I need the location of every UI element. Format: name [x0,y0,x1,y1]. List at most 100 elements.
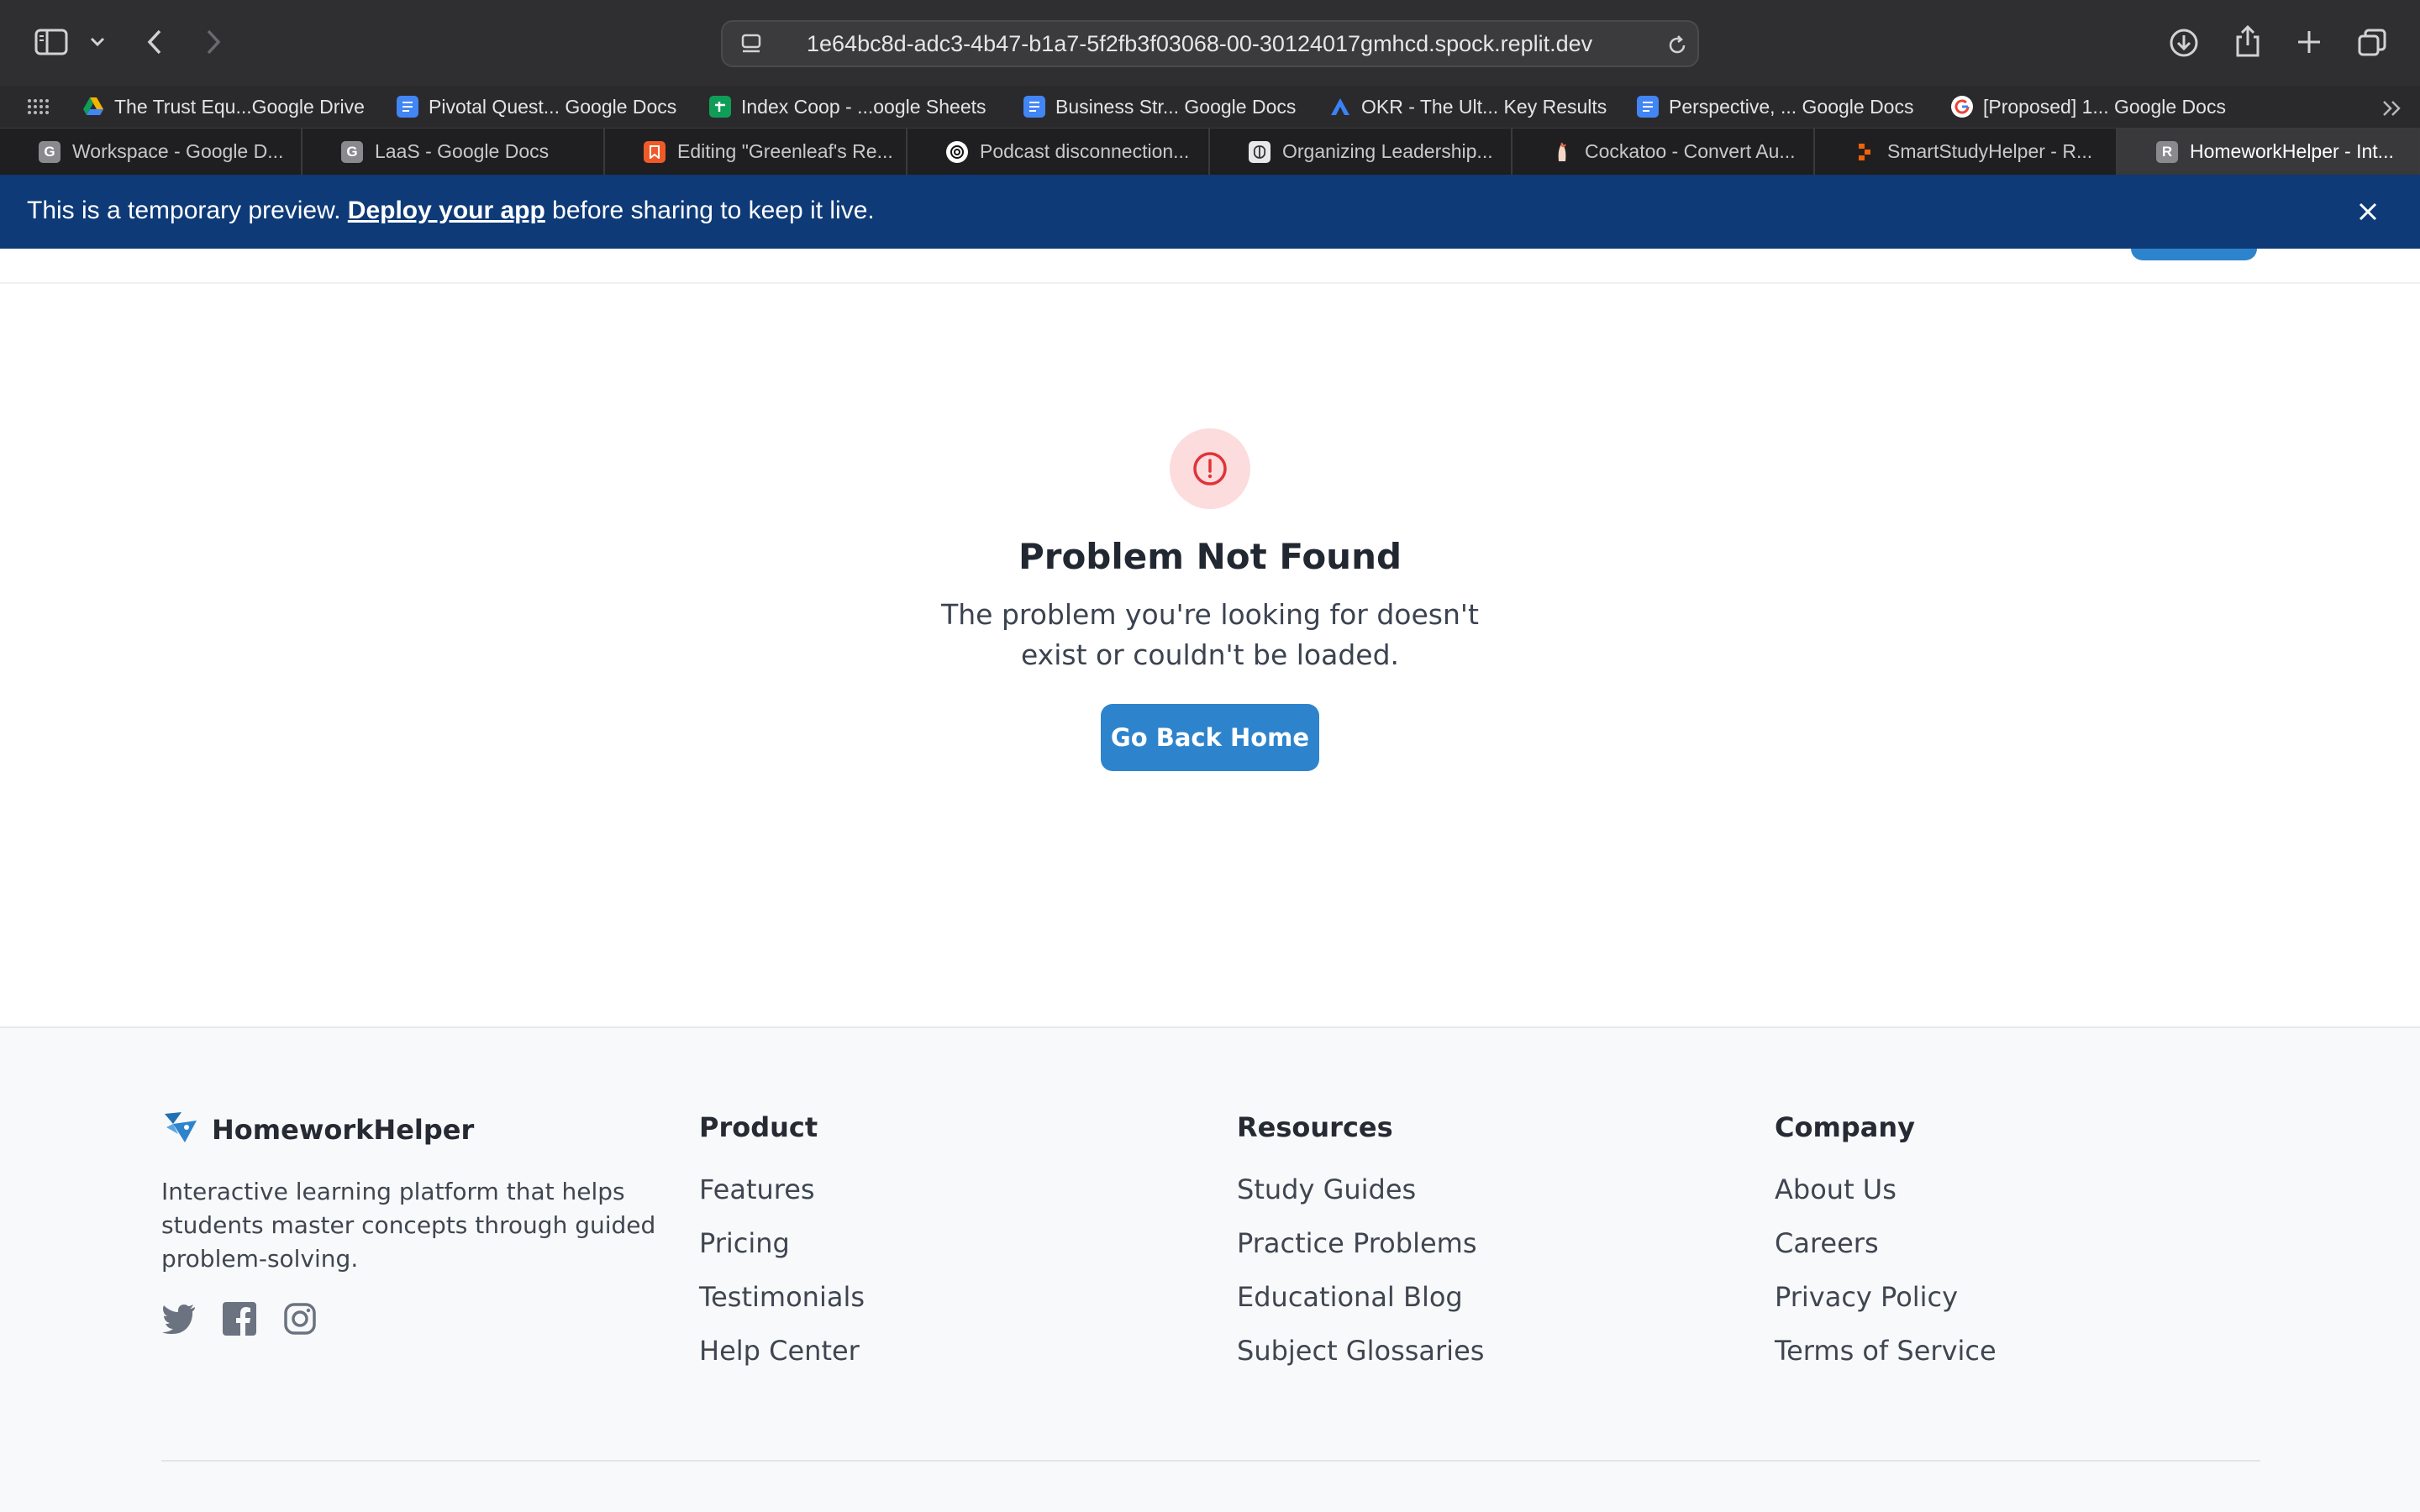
bookmark-page-icon [644,140,666,163]
tab-overview-icon[interactable] [2354,25,2390,60]
google-g-icon [1951,96,1973,118]
twitter-icon[interactable] [161,1301,197,1336]
bookmark-pivotal-quest[interactable]: Pivotal Quest... Google Docs [397,86,676,128]
tab-cockatoo[interactable]: Cockatoo - Convert Au... [1512,129,1815,175]
r-letter-icon: R [2156,140,2178,163]
cockatoo-icon [1551,141,1573,163]
not-found-message: The problem you're looking for doesn't e… [941,598,1479,671]
social-links [161,1301,657,1336]
bookmark-label: Business Str... Google Docs [1055,95,1297,118]
tab-homeworkhelper[interactable]: R HomeworkHelper - Int... [2118,129,2420,175]
replit-icon [1854,141,1876,163]
bookmark-label: The Trust Equ...Google Drive [114,95,365,118]
brain-icon [1249,140,1270,163]
banner-text-after: before sharing to keep it live. [544,197,875,224]
footer-link-about-us[interactable]: About Us [1775,1163,1996,1216]
bookmark-okr[interactable]: OKR - The Ult... Key Results [1329,86,1607,128]
bookmark-label: OKR - The Ult... Key Results [1361,95,1607,118]
bookmark-index-coop[interactable]: Index Coop - ...oogle Sheets [709,86,986,128]
openai-icon [946,140,968,163]
footer-link-help-center[interactable]: Help Center [699,1324,865,1378]
back-icon[interactable] [141,25,168,59]
tab-label: LaaS - Google Docs [375,140,550,162]
facebook-icon[interactable] [222,1301,257,1336]
footer-link-features[interactable]: Features [699,1163,865,1216]
footer-link-study-guides[interactable]: Study Guides [1237,1163,1484,1216]
footer-divider [161,1460,2260,1462]
footer-heading-product: Product [699,1111,818,1143]
sidebar-toggle-icon[interactable] [32,25,71,59]
apps-grid-icon[interactable] [25,94,50,119]
page-settings-icon[interactable] [738,30,766,59]
downloads-icon[interactable] [2166,25,2202,60]
reload-icon[interactable] [1664,32,1691,59]
footer-product-column: Product Features Pricing Testimonials He… [699,1109,865,1378]
footer-brand[interactable]: HomeworkHelper [161,1109,657,1150]
instagram-icon[interactable] [282,1301,318,1336]
bookmark-proposed[interactable]: [Proposed] 1... Google Docs [1951,86,2226,128]
footer-company-column: Company About Us Careers Privacy Policy … [1775,1109,1996,1378]
not-found-title: Problem Not Found [1018,536,1402,577]
bookmark-label: Index Coop - ...oogle Sheets [741,95,986,118]
tab-strip: G Workspace - Google D... G LaaS - Googl… [0,128,2420,175]
banner-text-before: This is a temporary preview. [27,197,348,224]
g-letter-icon: G [39,140,60,163]
tab-label: Podcast disconnection... [980,140,1190,162]
banner-text: This is a temporary preview. Deploy your… [27,175,875,247]
bookmark-trust-equation[interactable]: The Trust Equ...Google Drive [82,86,365,128]
tab-label: Editing "Greenleaf's Re... [677,140,893,162]
url-text[interactable]: 1e64bc8d-adc3-4b47-b1a7-5f2fb3f03068-00-… [807,22,1592,66]
g-letter-icon: G [341,140,363,163]
header-action-button[interactable] [2131,249,2257,260]
tab-workspace[interactable]: G Workspace - Google D... [0,129,302,175]
site-footer: HomeworkHelper Interactive learning plat… [0,1026,2420,1512]
google-docs-icon [397,96,418,118]
tab-editing-greenleaf[interactable]: Editing "Greenleaf's Re... [605,129,908,175]
tab-label: SmartStudyHelper - R... [1887,140,2093,162]
footer-link-privacy-policy[interactable]: Privacy Policy [1775,1270,1996,1324]
tab-label: HomeworkHelper - Int... [2190,140,2394,162]
share-icon[interactable] [2230,22,2265,60]
footer-heading-company: Company [1775,1111,1915,1143]
bookmark-perspective[interactable]: Perspective, ... Google Docs [1637,86,1913,128]
bookmark-label: [Proposed] 1... Google Docs [1983,95,2226,118]
chevron-down-icon[interactable] [87,32,108,52]
footer-link-testimonials[interactable]: Testimonials [699,1270,865,1324]
not-found-section: Problem Not Found The problem you're loo… [0,284,2420,1026]
forward-icon[interactable] [200,25,227,59]
app-header [0,249,2420,284]
tab-podcast[interactable]: Podcast disconnection... [908,129,1210,175]
deploy-app-link[interactable]: Deploy your app [348,197,545,224]
browser-toolbar: 1e64bc8d-adc3-4b47-b1a7-5f2fb3f03068-00-… [0,0,2420,86]
footer-brand-column: HomeworkHelper Interactive learning plat… [161,1109,657,1336]
more-bookmarks-icon[interactable] [2380,96,2405,121]
alert-circle-icon [1170,428,1250,509]
bookmark-business-str[interactable]: Business Str... Google Docs [1023,86,1296,128]
new-tab-icon[interactable] [2292,25,2326,59]
tab-smartstudyhelper[interactable]: SmartStudyHelper - R... [1815,129,2118,175]
homeworkhelper-logo-icon [161,1109,200,1150]
tab-label: Workspace - Google D... [72,140,284,162]
footer-link-subject-glossaries[interactable]: Subject Glossaries [1237,1324,1484,1378]
tab-label: Organizing Leadership... [1282,140,1493,162]
address-bar[interactable]: 1e64bc8d-adc3-4b47-b1a7-5f2fb3f03068-00-… [721,20,1699,67]
preview-banner: This is a temporary preview. Deploy your… [0,175,2420,249]
google-docs-icon [1637,96,1659,118]
footer-link-careers[interactable]: Careers [1775,1216,1996,1270]
footer-tagline: Interactive learning platform that helps… [161,1178,656,1273]
footer-link-practice-problems[interactable]: Practice Problems [1237,1216,1484,1270]
bookmarks-bar: The Trust Equ...Google Drive Pivotal Que… [0,86,2420,128]
bookmark-label: Pivotal Quest... Google Docs [429,95,677,118]
tab-laas[interactable]: G LaaS - Google Docs [302,129,605,175]
tab-organizing-leadership[interactable]: Organizing Leadership... [1210,129,1512,175]
footer-resources-column: Resources Study Guides Practice Problems… [1237,1109,1484,1378]
footer-link-terms-of-service[interactable]: Terms of Service [1775,1324,1996,1378]
go-back-home-button[interactable]: Go Back Home [1101,704,1319,771]
tab-label: Cockatoo - Convert Au... [1585,140,1796,162]
okr-logo-icon [1329,96,1351,118]
close-icon[interactable] [2353,197,2383,227]
footer-heading-resources: Resources [1237,1111,1393,1143]
footer-link-educational-blog[interactable]: Educational Blog [1237,1270,1484,1324]
footer-brand-name: HomeworkHelper [212,1113,475,1146]
footer-link-pricing[interactable]: Pricing [699,1216,865,1270]
